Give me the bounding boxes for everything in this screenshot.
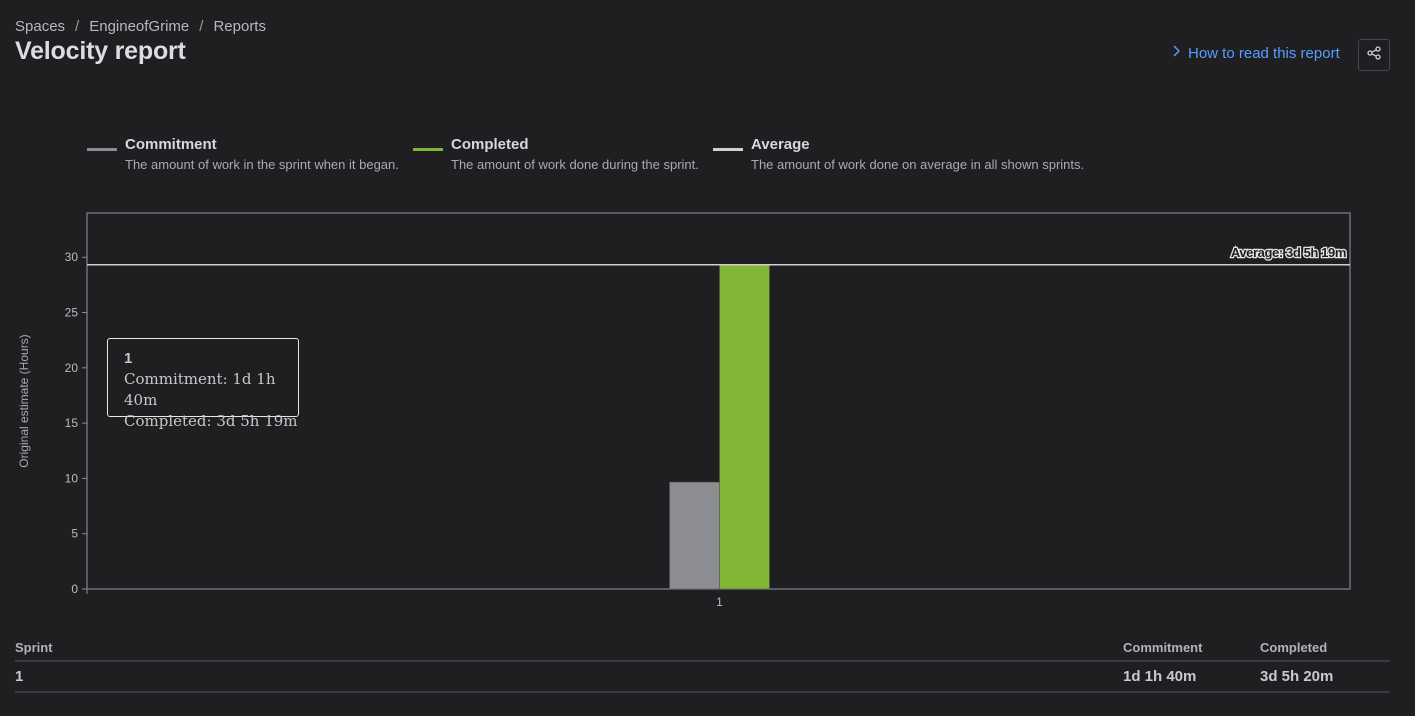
tooltip-commitment: Commitment: 1d 1h 40m xyxy=(124,370,276,409)
y-tick-label: 25 xyxy=(65,306,79,320)
legend-desc: The amount of work done during the sprin… xyxy=(451,157,699,172)
table-row: 1 1d 1h 40m 3d 5h 20m xyxy=(15,661,1390,693)
y-tick-label: 15 xyxy=(65,416,79,430)
bar-commitment xyxy=(669,481,720,590)
column-header-commitment: Commitment xyxy=(1123,636,1260,662)
legend-desc: The amount of work in the sprint when it… xyxy=(125,157,399,172)
tooltip-completed: Completed: 3d 5h 19m xyxy=(124,412,298,430)
y-axis-label: Original estimate (Hours) xyxy=(17,334,31,467)
breadcrumb-separator: / xyxy=(199,18,204,35)
y-tick-label: 0 xyxy=(71,582,78,596)
share-icon xyxy=(1367,45,1381,65)
legend-swatch xyxy=(87,148,117,151)
page-title: Velocity report xyxy=(15,37,186,65)
breadcrumb: Spaces / EngineofGrime / Reports xyxy=(15,18,266,35)
legend-swatch xyxy=(713,148,743,151)
cell-commitment: 1d 1h 40m xyxy=(1123,661,1260,693)
tooltip-title: 1 xyxy=(124,350,133,367)
bar-completed xyxy=(719,264,770,590)
legend-name: Commitment xyxy=(125,136,217,153)
y-tick-label: 5 xyxy=(71,527,78,541)
y-tick-label: 20 xyxy=(65,361,79,375)
column-header-sprint: Sprint xyxy=(15,636,1123,662)
share-button[interactable] xyxy=(1358,39,1390,71)
breadcrumb-reports[interactable]: Reports xyxy=(213,18,266,35)
cell-completed: 3d 5h 20m xyxy=(1260,661,1390,693)
sprint-table: Sprint Commitment Completed 1 1d 1h 40m … xyxy=(15,636,1390,693)
how-to-read-label: How to read this report xyxy=(1188,45,1340,62)
chart-legend: Commitment The amount of work in the spr… xyxy=(0,136,1415,176)
average-label: Average: 3d 5h 19m xyxy=(1231,245,1346,260)
x-tick-label: 1 xyxy=(716,595,723,609)
legend-swatch xyxy=(413,148,443,151)
table-header-row: Sprint Commitment Completed xyxy=(15,636,1390,662)
cell-sprint: 1 xyxy=(15,661,1123,693)
breadcrumb-separator: / xyxy=(75,18,80,35)
y-tick-label: 10 xyxy=(65,471,79,485)
chevron-right-icon xyxy=(1172,45,1181,60)
y-tick-label: 30 xyxy=(65,250,79,264)
breadcrumb-space[interactable]: EngineofGrime xyxy=(89,18,189,35)
legend-name: Completed xyxy=(451,136,529,153)
legend-name: Average xyxy=(751,136,810,153)
chart-tooltip: 1 Commitment: 1d 1h 40m Completed: 3d 5h… xyxy=(107,338,299,430)
legend-desc: The amount of work done on average in al… xyxy=(751,157,1085,172)
how-to-read-link[interactable]: How to read this report xyxy=(1172,45,1340,62)
breadcrumb-spaces[interactable]: Spaces xyxy=(15,18,65,35)
column-header-completed: Completed xyxy=(1260,636,1390,662)
